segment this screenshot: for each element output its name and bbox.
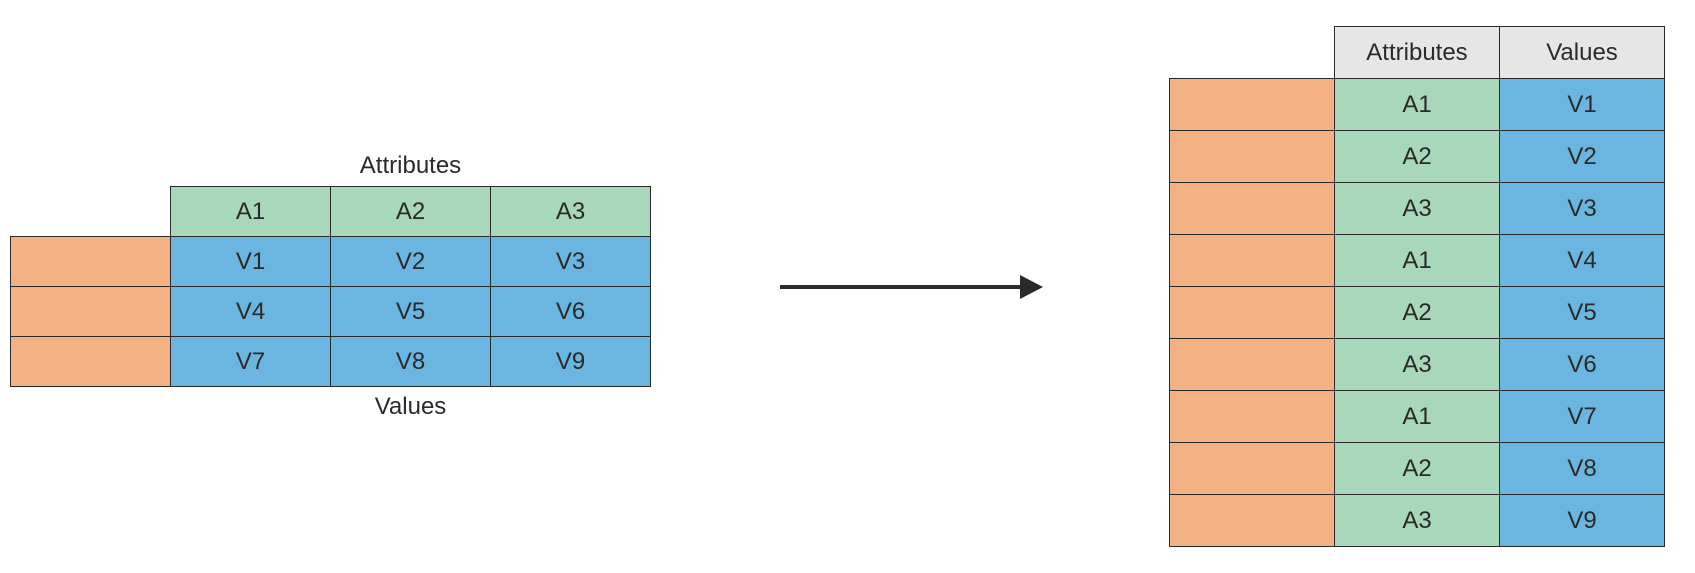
row-id-cell xyxy=(11,337,171,387)
table-row: A3 V6 xyxy=(1170,339,1665,391)
table-row: V1 V2 V3 xyxy=(11,237,651,287)
value-cell: V4 xyxy=(171,287,331,337)
empty-corner-cell xyxy=(11,187,171,237)
attr-cell: A3 xyxy=(1335,183,1500,235)
value-cell: V1 xyxy=(1500,79,1665,131)
col-header-cell: Values xyxy=(1500,27,1665,79)
value-cell: V6 xyxy=(1500,339,1665,391)
values-label-bottom: Values xyxy=(170,393,651,421)
transform-arrow-wrap xyxy=(651,267,1169,307)
value-cell: V5 xyxy=(331,287,491,337)
diagram-container: Attributes A1 A2 A3 V1 V2 V3 V4 V5 V6 xyxy=(0,0,1695,573)
attr-cell: A2 xyxy=(1335,287,1500,339)
table-row: A3 V9 xyxy=(1170,495,1665,547)
value-cell: V3 xyxy=(1500,183,1665,235)
table-row: Attributes Values xyxy=(1170,27,1665,79)
table-row: A3 V3 xyxy=(1170,183,1665,235)
table-row: A2 V2 xyxy=(1170,131,1665,183)
row-id-cell xyxy=(1170,495,1335,547)
table-row: V7 V8 V9 xyxy=(11,337,651,387)
col-header-cell: Attributes xyxy=(1335,27,1500,79)
value-cell: V4 xyxy=(1500,235,1665,287)
row-id-cell xyxy=(1170,131,1335,183)
value-cell: V7 xyxy=(1500,391,1665,443)
arrow-right-icon xyxy=(775,267,1045,307)
source-table: A1 A2 A3 V1 V2 V3 V4 V5 V6 V7 V8 V9 xyxy=(10,186,651,387)
empty-corner-cell xyxy=(1170,27,1335,79)
attr-cell: A1 xyxy=(1335,391,1500,443)
row-id-cell xyxy=(1170,79,1335,131)
value-cell: V9 xyxy=(1500,495,1665,547)
result-table: Attributes Values A1 V1 A2 V2 A3 V3 A1 xyxy=(1169,26,1665,547)
row-id-cell xyxy=(1170,443,1335,495)
value-cell: V9 xyxy=(491,337,651,387)
attr-cell: A1 xyxy=(1335,79,1500,131)
value-cell: V7 xyxy=(171,337,331,387)
table-row: A1 V1 xyxy=(1170,79,1665,131)
attr-header-cell: A2 xyxy=(331,187,491,237)
attr-header-cell: A3 xyxy=(491,187,651,237)
value-cell: V8 xyxy=(331,337,491,387)
value-cell: V5 xyxy=(1500,287,1665,339)
attr-header-cell: A1 xyxy=(171,187,331,237)
row-id-cell xyxy=(11,237,171,287)
value-cell: V2 xyxy=(1500,131,1665,183)
value-cell: V8 xyxy=(1500,443,1665,495)
attributes-label-top: Attributes xyxy=(170,152,651,180)
result-table-wrap: Attributes Values A1 V1 A2 V2 A3 V3 A1 xyxy=(1169,26,1665,547)
table-row: V4 V5 V6 xyxy=(11,287,651,337)
attr-cell: A2 xyxy=(1335,443,1500,495)
value-cell: V6 xyxy=(491,287,651,337)
table-row: A2 V8 xyxy=(1170,443,1665,495)
row-id-cell xyxy=(11,287,171,337)
table-row: A1 V7 xyxy=(1170,391,1665,443)
value-cell: V2 xyxy=(331,237,491,287)
row-id-cell xyxy=(1170,391,1335,443)
table-row: A1 V4 xyxy=(1170,235,1665,287)
value-cell: V3 xyxy=(491,237,651,287)
attr-cell: A3 xyxy=(1335,495,1500,547)
row-id-cell xyxy=(1170,339,1335,391)
source-table-wrap: Attributes A1 A2 A3 V1 V2 V3 V4 V5 V6 xyxy=(10,152,651,421)
attr-cell: A2 xyxy=(1335,131,1500,183)
value-cell: V1 xyxy=(171,237,331,287)
table-row: A2 V5 xyxy=(1170,287,1665,339)
attr-cell: A1 xyxy=(1335,235,1500,287)
row-id-cell xyxy=(1170,183,1335,235)
row-id-cell xyxy=(1170,235,1335,287)
attr-cell: A3 xyxy=(1335,339,1500,391)
row-id-cell xyxy=(1170,287,1335,339)
table-row: A1 A2 A3 xyxy=(11,187,651,237)
